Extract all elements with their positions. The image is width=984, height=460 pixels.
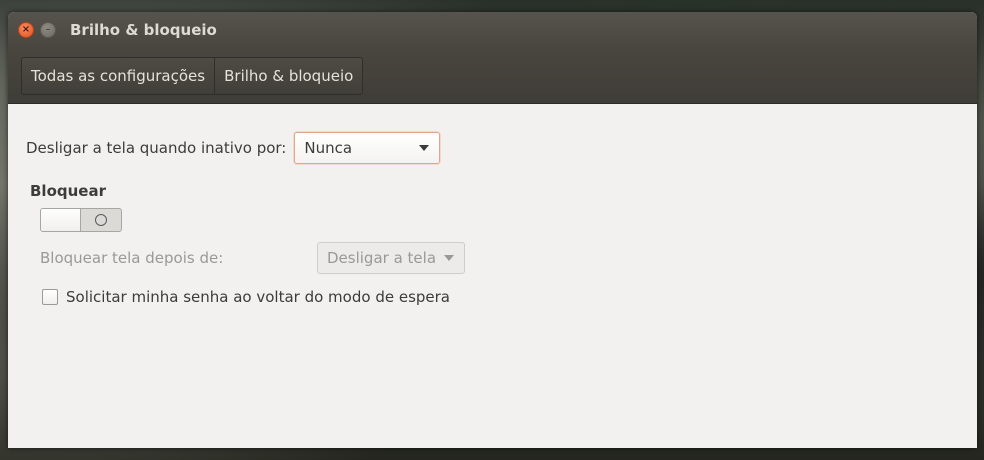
lock-section-title: Bloquear xyxy=(30,182,106,200)
lock-after-dropdown: Desligar a tela xyxy=(317,242,465,274)
switch-slider[interactable] xyxy=(41,209,81,231)
off-circle-icon xyxy=(95,214,107,226)
screen-off-row: Desligar a tela quando inativo por: Nunc… xyxy=(26,132,441,164)
title-bar: × – Brilho & bloqueio xyxy=(8,12,977,48)
close-button[interactable]: × xyxy=(18,22,34,38)
password-checkbox-label[interactable]: Solicitar minha senha ao voltar do modo … xyxy=(66,288,450,306)
password-checkbox[interactable] xyxy=(42,289,58,305)
lock-after-row: Bloquear tela depois de: Desligar a tela xyxy=(40,242,465,274)
password-row: Solicitar minha senha ao voltar do modo … xyxy=(42,288,450,306)
switch-off-indicator xyxy=(81,209,121,231)
lock-switch[interactable] xyxy=(40,208,122,232)
window-title: Brilho & bloqueio xyxy=(70,21,217,39)
settings-content: Desligar a tela quando inativo por: Nunc… xyxy=(8,104,977,448)
lock-after-label: Bloquear tela depois de: xyxy=(40,249,224,267)
settings-window: × – Brilho & bloqueio Todas as configura… xyxy=(8,12,977,448)
screen-off-selected: Nunca xyxy=(304,139,353,157)
lock-after-selected: Desligar a tela xyxy=(327,249,437,267)
minimize-icon: – xyxy=(45,24,51,35)
minimize-button[interactable]: – xyxy=(40,22,56,38)
breadcrumb-all-settings[interactable]: Todas as configurações xyxy=(22,58,214,94)
toolbar: Todas as configurações Brilho & bloqueio xyxy=(8,48,977,104)
chevron-down-icon xyxy=(444,255,454,261)
screen-off-label: Desligar a tela quando inativo por: xyxy=(26,139,287,157)
close-icon: × xyxy=(21,24,31,35)
breadcrumb: Todas as configurações Brilho & bloqueio xyxy=(21,56,364,95)
screen-off-dropdown[interactable]: Nunca xyxy=(294,132,441,164)
breadcrumb-brightness-lock[interactable]: Brilho & bloqueio xyxy=(214,57,362,94)
chevron-down-icon xyxy=(419,145,430,151)
